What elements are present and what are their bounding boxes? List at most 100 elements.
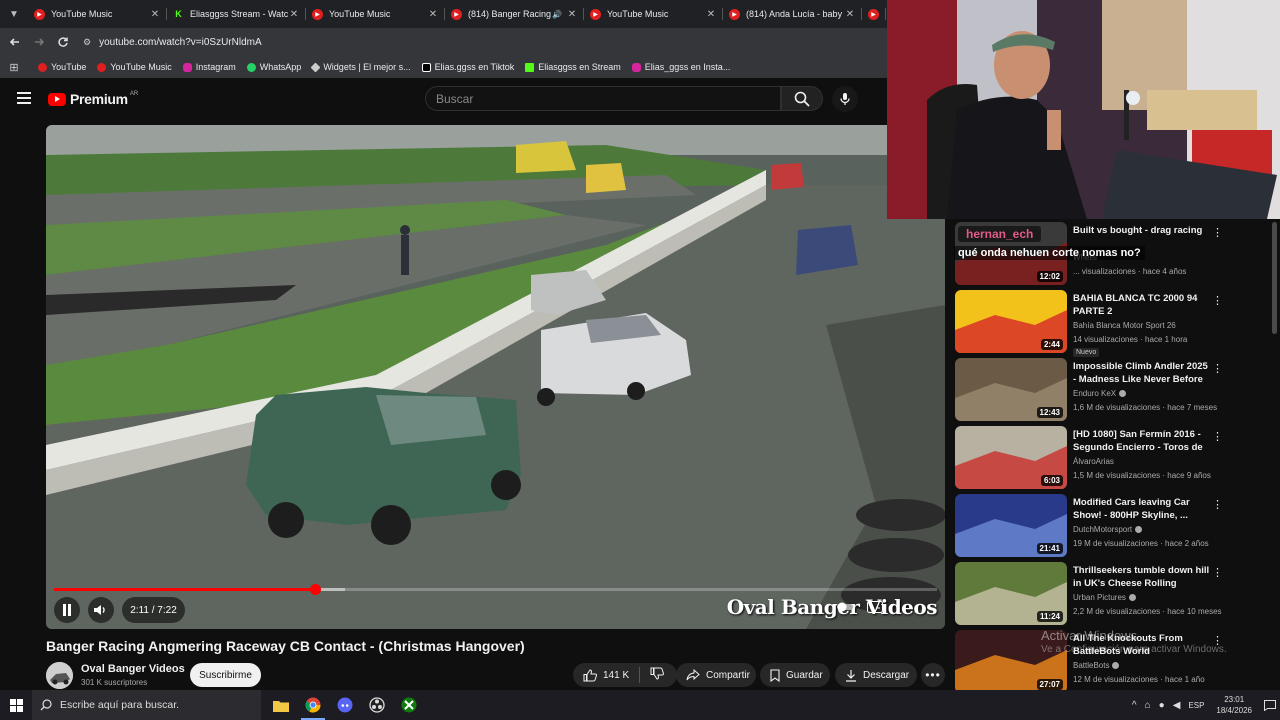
- video-player[interactable]: Oval Banger Videos 2:11 / 7:22: [46, 125, 945, 629]
- network-icon[interactable]: ⌂: [1145, 700, 1151, 711]
- subscribe-button[interactable]: Suscribirme: [190, 663, 261, 687]
- channel-avatar[interactable]: [46, 662, 73, 689]
- related-video-title[interactable]: Thrillseekers tumble down hill in UK's C…: [1073, 564, 1213, 591]
- related-video-title[interactable]: Modified Cars leaving Car Show! - 800HP …: [1073, 496, 1213, 522]
- related-video-item[interactable]: 11:24 Thrillseekers tumble down hill in U…: [955, 562, 1268, 626]
- related-video-item[interactable]: 2:44 BAHIA BLANCA TC 2000 94 PARTE 2 Bahía…: [955, 290, 1268, 357]
- related-video-title[interactable]: Impossible Climb Andler 2025 - Madness L…: [1073, 360, 1213, 386]
- site-settings-icon[interactable]: ⚙: [83, 37, 91, 48]
- voice-search-button[interactable]: [832, 86, 858, 112]
- bookmark-label: Elias_ggss en Insta...: [644, 62, 731, 72]
- bookmark-item[interactable]: Eliasggss en Stream: [525, 62, 621, 72]
- bookmark-item[interactable]: Elias_ggss en Insta...: [631, 62, 731, 72]
- clock-time: 23:01: [1224, 695, 1245, 704]
- xbox-icon[interactable]: [393, 690, 425, 720]
- clock[interactable]: 23:01 18/4/2026: [1216, 694, 1252, 716]
- taskbar-search-box[interactable]: Escribe aquí para buscar.: [32, 690, 261, 720]
- browser-tab[interactable]: ▶ YouTube Music ✕: [584, 0, 723, 28]
- related-video-channel: Enduro KeX: [1073, 389, 1127, 398]
- tab-close-icon[interactable]: ✕: [288, 9, 300, 20]
- related-video-item[interactable]: 6:03 [HD 1080] San Fermín 2016 - Segundo …: [955, 426, 1268, 490]
- bookmark-item[interactable]: Instagram: [182, 62, 236, 72]
- more-actions-button[interactable]: •••: [921, 663, 945, 687]
- bookmark-item[interactable]: Widgets | El mejor s...: [310, 62, 411, 72]
- browser-tab[interactable]: ▶ YouTube Music ✕: [306, 0, 445, 28]
- hamburger-menu-icon[interactable]: [17, 92, 31, 107]
- discord-icon[interactable]: [329, 690, 361, 720]
- browser-tab[interactable]: ▶ (814) Banger Racing A 🔊 ✕: [445, 0, 584, 28]
- related-video-title[interactable]: BAHIA BLANCA TC 2000 94 PARTE 2: [1073, 292, 1213, 318]
- subtitles-icon[interactable]: [867, 599, 883, 615]
- forward-arrow-icon[interactable]: [27, 30, 51, 54]
- share-label: Compartir: [706, 669, 750, 681]
- like-icon[interactable]: [583, 668, 597, 682]
- progress-bar[interactable]: [54, 584, 937, 595]
- save-button[interactable]: Guardar: [760, 663, 830, 687]
- bookmark-tt-icon: [421, 62, 431, 72]
- chrome-icon[interactable]: [297, 690, 329, 720]
- logo-country: AR: [129, 91, 139, 97]
- browser-tab[interactable]: K Eliasggss Stream - Watch ✕: [167, 0, 306, 28]
- related-video-item[interactable]: 12:43 Impossible Climb Andler 2025 - Madn…: [955, 358, 1268, 422]
- more-vertical-icon[interactable]: ⋮: [1212, 430, 1223, 443]
- language-indicator[interactable]: ESP: [1188, 701, 1204, 710]
- dislike-icon[interactable]: [650, 667, 665, 683]
- tab-close-icon[interactable]: ✕: [149, 9, 161, 20]
- file-explorer-icon[interactable]: [265, 690, 297, 720]
- video-thumbnail[interactable]: 2:44: [955, 290, 1067, 353]
- download-button[interactable]: Descargar: [835, 663, 917, 687]
- apps-grid-icon[interactable]: ⊞: [0, 61, 28, 74]
- upload-age: hace 7 meses: [1167, 403, 1218, 412]
- search-input[interactable]: Buscar: [425, 86, 781, 111]
- view-count: 12 M de visualizaciones: [1073, 675, 1158, 684]
- obs-icon[interactable]: [361, 690, 393, 720]
- tab-close-icon[interactable]: ✕: [566, 9, 578, 20]
- tray-expand-icon[interactable]: ^: [1132, 700, 1137, 711]
- browser-tab[interactable]: ▶ (814) Anda Lucía - baby c ✕: [723, 0, 862, 28]
- back-arrow-icon[interactable]: [3, 30, 27, 54]
- more-vertical-icon[interactable]: ⋮: [1212, 498, 1223, 511]
- youtube-premium-logo[interactable]: Premium AR: [48, 91, 138, 107]
- related-video-item[interactable]: 21:41 Modified Cars leaving Car Show! - 8…: [955, 494, 1268, 558]
- tab-close-icon[interactable]: ✕: [705, 9, 717, 20]
- video-thumbnail[interactable]: 21:41: [955, 494, 1067, 557]
- mic-tray-icon[interactable]: ●: [1159, 700, 1165, 711]
- bookmark-item[interactable]: WhatsApp: [246, 62, 301, 72]
- related-video-meta: ... visualizaciones · hace 4 años: [1073, 267, 1187, 276]
- volume-button[interactable]: [88, 597, 114, 623]
- youtube-play-icon: [48, 92, 66, 106]
- search-button[interactable]: [781, 86, 823, 111]
- notifications-icon[interactable]: [1260, 699, 1280, 711]
- video-thumbnail[interactable]: 11:24: [955, 562, 1067, 625]
- browser-tab[interactable]: ▶Yo: [862, 0, 886, 28]
- bookmark-item[interactable]: Elias.ggss en Tiktok: [421, 62, 515, 72]
- reload-icon[interactable]: [51, 30, 75, 54]
- player-right-controls: [837, 599, 883, 615]
- video-thumbnail[interactable]: 6:03: [955, 426, 1067, 489]
- more-vertical-icon[interactable]: ⋮: [1212, 362, 1223, 375]
- speaker-icon[interactable]: ◀: [1173, 700, 1181, 711]
- start-button[interactable]: [0, 690, 32, 720]
- bookmark-kk-icon: [525, 62, 535, 72]
- related-video-title[interactable]: [HD 1080] San Fermín 2016 - Segundo Enci…: [1073, 428, 1213, 455]
- like-count[interactable]: 141 K: [603, 670, 629, 681]
- tab-audio-icon[interactable]: 🔊: [552, 10, 562, 19]
- activate-windows-subtitle: Ve a Configuración para activar Windows.: [1041, 644, 1227, 655]
- more-vertical-icon[interactable]: ⋮: [1212, 566, 1223, 579]
- bookmark-label: YouTube Music: [110, 62, 172, 72]
- share-button[interactable]: Compartir: [676, 663, 756, 687]
- url-field[interactable]: ⚙ youtube.com/watch?v=i0SzUrNldmA: [83, 37, 262, 48]
- bookmark-item[interactable]: YouTube Music: [97, 62, 172, 72]
- bookmark-label: Elias.ggss en Tiktok: [434, 62, 515, 72]
- tab-search-icon[interactable]: ▼: [0, 0, 28, 28]
- tab-close-icon[interactable]: ✕: [427, 9, 439, 20]
- video-thumbnail[interactable]: 12:43: [955, 358, 1067, 421]
- channel-name[interactable]: Oval Banger Videos: [81, 663, 185, 675]
- pause-button[interactable]: [54, 597, 80, 623]
- bookmark-item[interactable]: YouTube: [38, 62, 86, 72]
- browser-tab[interactable]: ▶ YouTube Music ✕: [28, 0, 167, 28]
- autoplay-toggle-icon[interactable]: [837, 599, 853, 615]
- tab-close-icon[interactable]: ✕: [844, 9, 856, 20]
- new-badge: Nuevo: [1073, 348, 1100, 357]
- more-vertical-icon[interactable]: ⋮: [1212, 294, 1223, 307]
